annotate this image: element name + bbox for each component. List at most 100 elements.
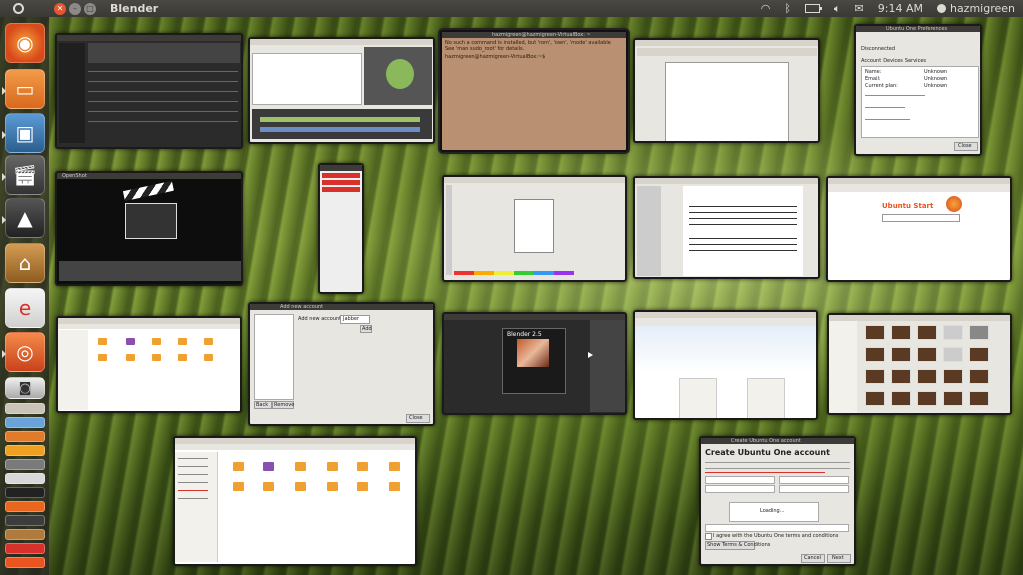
search-input[interactable] [882,214,960,222]
dialog-title: Add new account [280,304,324,310]
firefox-icon [946,196,962,212]
minimize-window-button[interactable]: – [69,2,81,15]
window-thumbnail-photo-manager[interactable] [827,313,1012,415]
window-thumbnail-add-account[interactable]: Add new account Add new account for: Jab… [248,302,435,426]
writer-toolbar [637,48,817,56]
link-line [865,107,905,108]
window-thumbnail-music-player[interactable] [55,33,243,149]
media-bin [252,53,362,105]
folder-icon [327,482,338,491]
window-thumbnail-writer[interactable] [633,38,820,143]
launcher-stack-item[interactable] [5,431,45,442]
folder-icon [295,462,306,471]
show-terms-button[interactable]: Show Terms & Conditions [705,541,770,550]
tool-palette [446,185,452,275]
next-button[interactable]: Next [827,554,851,563]
window-thumbnail-openshot-editor[interactable] [248,37,435,144]
launcher-camera[interactable]: ◙ [5,377,45,399]
window-thumbnail-file-manager-large[interactable] [173,436,417,566]
username: hazmigreen [949,2,1015,15]
window-thumbnail-terminal[interactable]: hazmigreen@hazmigreen-VirtualBox: ~ No s… [440,30,628,152]
bluetooth-icon[interactable]: ᛒ [784,2,791,15]
cancel-button[interactable]: Cancel [801,554,825,563]
title-bar [635,178,818,184]
remove-button[interactable]: Remove [272,401,294,409]
launcher-stack-item[interactable] [5,403,45,414]
volume-icon[interactable]: 🔈︎ [834,2,841,16]
running-indicator [2,173,6,181]
launcher-ubuntu-one[interactable]: ◎ [2,332,45,372]
tab-services[interactable]: Services [905,58,926,64]
title-bar: OpenShot [57,173,241,179]
window-thumbnail-openshot-splash[interactable]: OpenShot [55,171,243,286]
launcher-stack-item[interactable] [5,529,45,540]
list-item [322,180,360,185]
captcha-input[interactable] [705,524,849,532]
protocol-select[interactable]: Jabber [340,315,370,324]
folder-icon [263,462,274,471]
department-grid [635,326,816,372]
launcher-stack-item[interactable] [5,501,45,512]
launcher-files[interactable]: ▭ [2,69,45,109]
launcher-stack-item[interactable] [5,473,45,484]
window-thumbnail-inkscape[interactable] [442,175,627,282]
launcher-stack-item[interactable] [5,487,45,498]
prefs-tabs: Account Devices Services [861,58,976,64]
photo-thumbnail [865,325,885,340]
password-input[interactable] [705,485,775,493]
launcher-stack-item[interactable] [5,543,45,554]
terms-checkbox[interactable] [705,533,712,540]
maximize-window-button[interactable]: □ [84,2,96,15]
places-sidebar [175,452,218,562]
user-icon [936,4,946,13]
row-line [88,111,238,112]
confirm-password-input[interactable] [779,485,849,493]
folder-icon [357,462,368,471]
file-toolbar [175,444,415,450]
launcher-stack-item[interactable] [5,515,45,526]
name-input[interactable] [705,476,775,484]
launcher-shotwell[interactable]: ▣ [2,113,45,153]
dialog-close-button[interactable]: Close [406,414,430,423]
user-menu[interactable]: hazmigreen [936,2,1015,15]
tab-devices[interactable]: Devices [883,58,903,64]
window-thumbnail-ubuntu-one-preferences[interactable]: Ubuntu One Preferences Disconnected Acco… [854,24,982,156]
running-indicator [2,131,6,139]
clock[interactable]: 9:14 AM [878,2,923,15]
places-sidebar [58,330,88,410]
photo-thumbnail [943,325,963,340]
launcher-ebook[interactable]: e [5,288,45,328]
window-thumbnail-file-manager[interactable] [56,316,242,413]
email-input[interactable] [779,476,849,484]
ubuntu-logo-icon[interactable] [0,0,36,17]
close-window-button[interactable]: ✕ [54,2,66,15]
launcher-openshot[interactable]: 🎬︎ [2,155,45,195]
tab-account[interactable]: Account [861,58,881,64]
launcher-stack-item[interactable] [5,557,45,568]
window-thumbnail-small-list[interactable] [318,163,364,294]
launcher-stack-item[interactable] [5,445,45,456]
launcher-stack-item[interactable] [5,417,45,428]
back-label: Back [256,402,269,408]
ubuntu-icon: ◎ [16,340,34,364]
window-thumbnail-document-viewer[interactable] [633,176,820,279]
launcher-stack-item[interactable] [5,459,45,470]
add-button[interactable]: Add [360,325,372,333]
window-thumbnail-firefox[interactable]: Ubuntu Start [826,176,1012,282]
launcher-inkscape[interactable]: ▲ [2,198,45,238]
launcher-firefox[interactable]: ◉ [5,23,45,63]
wifi-icon[interactable]: ◠ [761,2,771,15]
window-thumbnail-ubuntu-one-signup[interactable]: Create Ubuntu One account Create Ubuntu … [699,436,856,566]
camera-icon: ◙ [18,380,32,396]
back-button[interactable]: Back [254,401,272,409]
battery-icon[interactable] [804,4,822,13]
prefs-close-button[interactable]: Close [954,142,978,151]
window-thumbnail-software-center[interactable] [633,310,818,420]
folder-icon [152,338,161,345]
photo-thumbnail [865,369,885,384]
list-item [322,187,360,192]
folder-icon [204,354,213,361]
mail-icon[interactable]: ✉ [855,2,864,15]
launcher-software-center[interactable]: ⌂ [5,243,45,283]
window-thumbnail-blender[interactable]: Blender 2.5 [442,312,627,415]
